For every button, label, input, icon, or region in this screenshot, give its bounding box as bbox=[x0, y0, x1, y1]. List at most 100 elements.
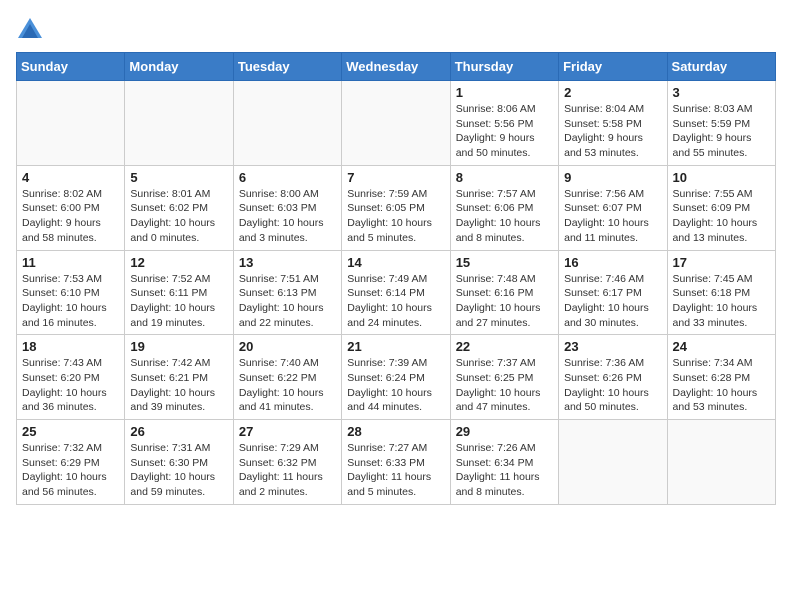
day-info: Sunrise: 7:31 AMSunset: 6:30 PMDaylight:… bbox=[130, 441, 227, 500]
day-number: 18 bbox=[22, 339, 119, 354]
day-info: Sunrise: 7:59 AMSunset: 6:05 PMDaylight:… bbox=[347, 187, 444, 246]
calendar-cell-w1-d1 bbox=[17, 81, 125, 166]
day-info: Sunrise: 7:29 AMSunset: 6:32 PMDaylight:… bbox=[239, 441, 336, 500]
header-wednesday: Wednesday bbox=[342, 53, 450, 81]
calendar-cell-w1-d2 bbox=[125, 81, 233, 166]
calendar-cell-w5-d4: 28Sunrise: 7:27 AMSunset: 6:33 PMDayligh… bbox=[342, 420, 450, 505]
day-info: Sunrise: 7:53 AMSunset: 6:10 PMDaylight:… bbox=[22, 272, 119, 331]
calendar-cell-w4-d7: 24Sunrise: 7:34 AMSunset: 6:28 PMDayligh… bbox=[667, 335, 775, 420]
calendar-cell-w2-d6: 9 Sunrise: 7:56 AMSunset: 6:07 PMDaylight… bbox=[559, 165, 667, 250]
day-number: 22 bbox=[456, 339, 553, 354]
calendar-cell-w5-d6 bbox=[559, 420, 667, 505]
day-number: 24 bbox=[673, 339, 770, 354]
day-number: 9 bbox=[564, 170, 661, 185]
day-info: Sunrise: 7:55 AMSunset: 6:09 PMDaylight:… bbox=[673, 187, 770, 246]
header-friday: Friday bbox=[559, 53, 667, 81]
day-number: 6 bbox=[239, 170, 336, 185]
calendar: SundayMondayTuesdayWednesdayThursdayFrid… bbox=[16, 52, 776, 505]
day-info: Sunrise: 7:37 AMSunset: 6:25 PMDaylight:… bbox=[456, 356, 553, 415]
day-number: 14 bbox=[347, 255, 444, 270]
calendar-cell-w3-d6: 16Sunrise: 7:46 AMSunset: 6:17 PMDayligh… bbox=[559, 250, 667, 335]
day-info: Sunrise: 7:26 AMSunset: 6:34 PMDaylight:… bbox=[456, 441, 553, 500]
day-info: Sunrise: 8:02 AMSunset: 6:00 PMDaylight:… bbox=[22, 187, 119, 246]
calendar-cell-w4-d6: 23 Sunrise: 7:36 AMSunset: 6:26 PMDayligh… bbox=[559, 335, 667, 420]
calendar-cell-w4-d3: 20 Sunrise: 7:40 AMSunset: 6:22 PMDayligh… bbox=[233, 335, 341, 420]
day-number: 5 bbox=[130, 170, 227, 185]
day-info: Sunrise: 7:32 AMSunset: 6:29 PMDaylight:… bbox=[22, 441, 119, 500]
day-number: 25 bbox=[22, 424, 119, 439]
day-info: Sunrise: 7:45 AMSunset: 6:18 PMDaylight:… bbox=[673, 272, 770, 331]
day-number: 12 bbox=[130, 255, 227, 270]
day-info: Sunrise: 7:27 AMSunset: 6:33 PMDaylight:… bbox=[347, 441, 444, 500]
calendar-cell-w3-d7: 17 Sunrise: 7:45 AMSunset: 6:18 PMDayligh… bbox=[667, 250, 775, 335]
day-number: 26 bbox=[130, 424, 227, 439]
calendar-cell-w2-d7: 10 Sunrise: 7:55 AMSunset: 6:09 PMDayligh… bbox=[667, 165, 775, 250]
calendar-cell-w2-d4: 7 Sunrise: 7:59 AMSunset: 6:05 PMDaylight… bbox=[342, 165, 450, 250]
day-info: Sunrise: 7:43 AMSunset: 6:20 PMDaylight:… bbox=[22, 356, 119, 415]
calendar-cell-w5-d3: 27 Sunrise: 7:29 AMSunset: 6:32 PMDayligh… bbox=[233, 420, 341, 505]
day-info: Sunrise: 8:03 AMSunset: 5:59 PMDaylight:… bbox=[673, 102, 770, 161]
calendar-cell-w1-d5: 1 Sunrise: 8:06 AMSunset: 5:56 PMDaylight… bbox=[450, 81, 558, 166]
logo bbox=[16, 16, 48, 44]
calendar-cell-w5-d5: 29 Sunrise: 7:26 AMSunset: 6:34 PMDayligh… bbox=[450, 420, 558, 505]
calendar-cell-w1-d7: 3 Sunrise: 8:03 AMSunset: 5:59 PMDaylight… bbox=[667, 81, 775, 166]
calendar-cell-w3-d1: 11 Sunrise: 7:53 AMSunset: 6:10 PMDayligh… bbox=[17, 250, 125, 335]
day-number: 7 bbox=[347, 170, 444, 185]
calendar-cell-w2-d5: 8 Sunrise: 7:57 AMSunset: 6:06 PMDaylight… bbox=[450, 165, 558, 250]
day-info: Sunrise: 8:04 AMSunset: 5:58 PMDaylight:… bbox=[564, 102, 661, 161]
calendar-header-row: SundayMondayTuesdayWednesdayThursdayFrid… bbox=[17, 53, 776, 81]
day-info: Sunrise: 7:51 AMSunset: 6:13 PMDaylight:… bbox=[239, 272, 336, 331]
calendar-cell-w1-d6: 2Sunrise: 8:04 AMSunset: 5:58 PMDaylight… bbox=[559, 81, 667, 166]
calendar-cell-w1-d3 bbox=[233, 81, 341, 166]
day-number: 1 bbox=[456, 85, 553, 100]
day-number: 10 bbox=[673, 170, 770, 185]
day-info: Sunrise: 7:57 AMSunset: 6:06 PMDaylight:… bbox=[456, 187, 553, 246]
day-number: 13 bbox=[239, 255, 336, 270]
header-saturday: Saturday bbox=[667, 53, 775, 81]
header-thursday: Thursday bbox=[450, 53, 558, 81]
calendar-cell-w3-d2: 12 Sunrise: 7:52 AMSunset: 6:11 PMDayligh… bbox=[125, 250, 233, 335]
calendar-cell-w3-d4: 14Sunrise: 7:49 AMSunset: 6:14 PMDayligh… bbox=[342, 250, 450, 335]
day-info: Sunrise: 8:00 AMSunset: 6:03 PMDaylight:… bbox=[239, 187, 336, 246]
calendar-cell-w2-d3: 6 Sunrise: 8:00 AMSunset: 6:03 PMDaylight… bbox=[233, 165, 341, 250]
day-info: Sunrise: 7:39 AMSunset: 6:24 PMDaylight:… bbox=[347, 356, 444, 415]
day-info: Sunrise: 7:42 AMSunset: 6:21 PMDaylight:… bbox=[130, 356, 227, 415]
day-number: 27 bbox=[239, 424, 336, 439]
calendar-cell-w5-d2: 26 Sunrise: 7:31 AMSunset: 6:30 PMDayligh… bbox=[125, 420, 233, 505]
calendar-cell-w3-d3: 13 Sunrise: 7:51 AMSunset: 6:13 PMDayligh… bbox=[233, 250, 341, 335]
calendar-cell-w4-d4: 21 Sunrise: 7:39 AMSunset: 6:24 PMDayligh… bbox=[342, 335, 450, 420]
day-number: 20 bbox=[239, 339, 336, 354]
calendar-cell-w4-d5: 22 Sunrise: 7:37 AMSunset: 6:25 PMDayligh… bbox=[450, 335, 558, 420]
calendar-week-1: 1 Sunrise: 8:06 AMSunset: 5:56 PMDaylight… bbox=[17, 81, 776, 166]
calendar-cell-w3-d5: 15 Sunrise: 7:48 AMSunset: 6:16 PMDayligh… bbox=[450, 250, 558, 335]
header bbox=[16, 16, 776, 44]
day-number: 16 bbox=[564, 255, 661, 270]
day-number: 23 bbox=[564, 339, 661, 354]
day-number: 17 bbox=[673, 255, 770, 270]
day-info: Sunrise: 7:56 AMSunset: 6:07 PMDaylight:… bbox=[564, 187, 661, 246]
calendar-cell-w2-d2: 5Sunrise: 8:01 AMSunset: 6:02 PMDaylight… bbox=[125, 165, 233, 250]
calendar-cell-w5-d7 bbox=[667, 420, 775, 505]
day-info: Sunrise: 7:40 AMSunset: 6:22 PMDaylight:… bbox=[239, 356, 336, 415]
day-number: 21 bbox=[347, 339, 444, 354]
calendar-week-4: 18 Sunrise: 7:43 AMSunset: 6:20 PMDayligh… bbox=[17, 335, 776, 420]
header-sunday: Sunday bbox=[17, 53, 125, 81]
header-monday: Monday bbox=[125, 53, 233, 81]
calendar-cell-w4-d1: 18 Sunrise: 7:43 AMSunset: 6:20 PMDayligh… bbox=[17, 335, 125, 420]
day-number: 3 bbox=[673, 85, 770, 100]
day-info: Sunrise: 7:52 AMSunset: 6:11 PMDaylight:… bbox=[130, 272, 227, 331]
day-number: 8 bbox=[456, 170, 553, 185]
day-number: 19 bbox=[130, 339, 227, 354]
day-number: 15 bbox=[456, 255, 553, 270]
calendar-week-2: 4 Sunrise: 8:02 AMSunset: 6:00 PMDaylight… bbox=[17, 165, 776, 250]
header-tuesday: Tuesday bbox=[233, 53, 341, 81]
day-info: Sunrise: 7:48 AMSunset: 6:16 PMDaylight:… bbox=[456, 272, 553, 331]
day-number: 4 bbox=[22, 170, 119, 185]
day-info: Sunrise: 7:36 AMSunset: 6:26 PMDaylight:… bbox=[564, 356, 661, 415]
day-number: 11 bbox=[22, 255, 119, 270]
calendar-cell-w2-d1: 4 Sunrise: 8:02 AMSunset: 6:00 PMDaylight… bbox=[17, 165, 125, 250]
calendar-cell-w4-d2: 19 Sunrise: 7:42 AMSunset: 6:21 PMDayligh… bbox=[125, 335, 233, 420]
calendar-week-5: 25 Sunrise: 7:32 AMSunset: 6:29 PMDayligh… bbox=[17, 420, 776, 505]
day-info: Sunrise: 8:06 AMSunset: 5:56 PMDaylight:… bbox=[456, 102, 553, 161]
day-number: 29 bbox=[456, 424, 553, 439]
